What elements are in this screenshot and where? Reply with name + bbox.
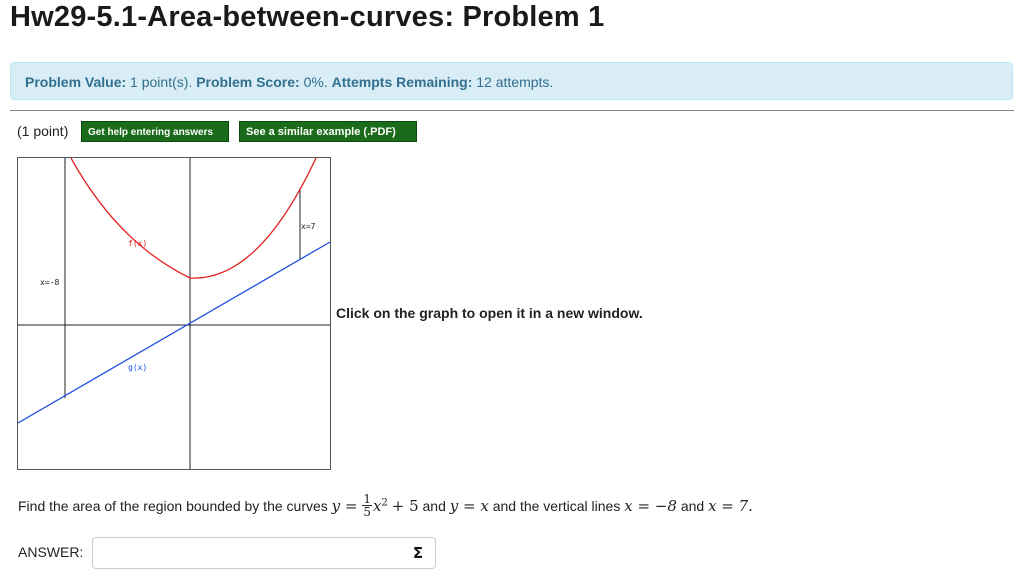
problem-score: 0%. [303,74,328,90]
math-plus5: + 5 [391,497,419,516]
fraction-denominator: 5 [363,505,371,519]
problem-value-label: Problem Value: [25,74,127,90]
math-exponent: 2 [381,497,388,509]
attempts-remaining: 12 attempts. [476,74,554,90]
f-label: f(x) [128,239,147,248]
right-line-label: x=7 [301,222,316,231]
help-entering-answers-button[interactable]: Get help entering answers [81,121,229,142]
answer-label: ANSWER: [18,544,84,560]
math-fraction: 15 [362,493,372,518]
problem-value: 1 point(s). [130,74,193,90]
and-text-3: and [680,498,705,515]
and-text-2: and the vertical lines [492,498,621,515]
math-y-eq-x: y = x [449,497,489,516]
and-text-1: and [422,498,446,515]
math-x-eq-m8: x = −8 [624,497,677,516]
math-x-eq-7: x = 7. [708,497,753,516]
problem-status-text: Problem Value: 1 point(s). Problem Score… [25,74,553,90]
problem-points: (1 point) [17,123,69,139]
graph-image[interactable]: f(x) g(x) x=-8 x=7 [17,157,331,470]
divider [10,110,1014,111]
problem-status-box: Problem Value: 1 point(s). Problem Score… [10,62,1013,100]
attempts-remaining-label: Attempts Remaining: [331,74,473,90]
equation-editor-icon[interactable]: Σ [405,541,431,565]
similar-example-button[interactable]: See a similar example (.PDF) [239,121,417,142]
question-text: Find the area of the region bounded by t… [18,493,753,520]
left-line-label: x=-8 [40,278,59,287]
graph-svg: f(x) g(x) x=-8 x=7 [18,158,330,469]
g-label: g(x) [128,363,147,372]
math-y-eq: y = [331,497,358,516]
answer-input[interactable] [92,537,436,569]
open-graph-hint: Click on the graph to open it in a new w… [336,305,643,321]
question-prefix: Find the area of the region bounded by t… [18,498,328,515]
f-curve [70,158,317,279]
problem-score-label: Problem Score: [196,74,300,90]
page-title: Hw29-5.1-Area-between-curves: Problem 1 [10,1,605,33]
